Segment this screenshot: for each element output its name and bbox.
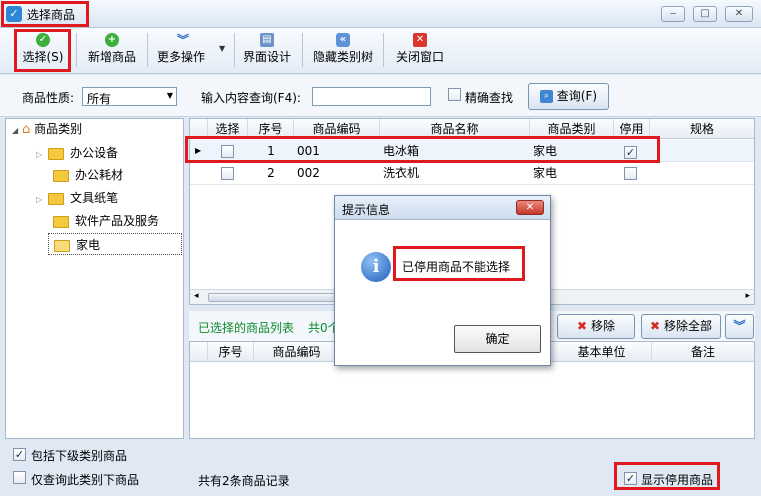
plus-icon: + — [105, 33, 119, 47]
remove-all-icon: ✖ — [650, 319, 661, 333]
message-highlight — [393, 246, 525, 281]
scroll-right-icon: ▸ — [745, 291, 750, 301]
nature-label: 商品性质: — [22, 91, 75, 105]
folder-icon — [53, 169, 69, 182]
close-label: 关闭窗口 — [395, 50, 444, 64]
select-highlight — [14, 29, 71, 72]
show-disabled-highlight — [614, 462, 720, 490]
row-no: 2 — [267, 166, 275, 180]
app-icon: ✓ — [6, 6, 22, 22]
maximize-button[interactable]: □ — [693, 6, 717, 22]
row-highlight — [185, 136, 660, 163]
toolbar-separator — [302, 33, 303, 67]
toolbar-separator — [234, 33, 235, 67]
nature-select[interactable]: 所有 ▼ — [82, 87, 177, 106]
title-bar — [0, 0, 761, 28]
hide-tree-button[interactable]: « 隐藏类别树 — [308, 30, 378, 70]
tree-item-appliances[interactable]: 家电 — [48, 233, 182, 255]
exact-search-label: 精确查找 — [465, 91, 514, 105]
hide-tree-label: 隐藏类别树 — [312, 50, 373, 64]
folder-icon — [48, 147, 65, 160]
col-unit: 基本单位 — [552, 342, 652, 362]
dropdown-arrow-icon: ▼ — [219, 44, 226, 53]
folder-icon — [53, 215, 69, 228]
row-indicator-header — [190, 342, 208, 362]
expand-icon: ▷ — [36, 150, 43, 159]
only-this-label: 仅查询此类别下商品 — [31, 473, 140, 487]
add-product-button[interactable]: + 新增商品 — [82, 30, 142, 70]
selected-list-title: 已选择的商品列表 — [198, 321, 295, 335]
tree-root[interactable]: ◢ ⌂ 商品类别 — [12, 118, 82, 140]
search-icon: ⌕ — [539, 90, 553, 103]
add-label: 新增商品 — [87, 50, 136, 64]
row-category: 家电 — [533, 166, 558, 180]
dialog-title-bar: 提示信息 ✕ — [335, 196, 550, 220]
remove-button[interactable]: ✖ 移除 — [557, 314, 635, 339]
folder-icon — [48, 192, 65, 205]
minimize-button[interactable]: ‒ — [661, 6, 685, 22]
collapse-icon: ◢ — [12, 126, 19, 135]
ui-design-button[interactable]: ▤ 界面设计 — [238, 30, 296, 70]
remove-label: 移除 — [590, 319, 615, 333]
window-title: 选择商品 — [27, 8, 76, 22]
tree-item-label: 办公耗材 — [75, 168, 124, 182]
query-button[interactable]: ⌕ 查询(F) — [528, 83, 609, 110]
remove-all-button[interactable]: ✖ 移除全部 — [641, 314, 721, 339]
col-remark: 备注 — [690, 345, 715, 359]
row-disabled-checkbox — [624, 167, 637, 183]
double-chevron-left-icon: « — [336, 33, 350, 47]
include-sub-label: 包括下级类别商品 — [31, 449, 128, 463]
tree-item-stationery[interactable]: ▷ 文具纸笔 — [36, 187, 118, 209]
more-label: 更多操作 — [157, 50, 206, 64]
include-sub-checkbox[interactable] — [13, 447, 26, 461]
info-icon: i — [361, 252, 391, 282]
query-label: 输入内容查询(F4): — [201, 91, 301, 105]
double-chevron-down-icon: ︾ — [177, 33, 190, 47]
expand-icon: ▷ — [36, 195, 43, 204]
row-name: 洗衣机 — [383, 166, 420, 180]
more-actions-button[interactable]: ︾ 更多操作 ▼ — [153, 30, 231, 70]
remove-icon: ✖ — [577, 319, 588, 333]
ok-button[interactable]: 确定 — [454, 325, 541, 353]
query-input[interactable] — [312, 87, 431, 106]
toolbar-separator — [147, 33, 148, 67]
remove-all-label: 移除全部 — [663, 319, 712, 333]
open-folder-icon — [54, 239, 70, 252]
close-window-tool-button[interactable]: ✕ 关闭窗口 — [389, 30, 451, 70]
tree-item-software[interactable]: 软件产品及服务 — [48, 210, 159, 232]
dialog-close-button[interactable]: ✕ — [516, 200, 544, 215]
expand-down-button[interactable]: ︾ — [725, 314, 754, 339]
layout-icon: ▤ — [260, 33, 274, 47]
row-select-checkbox[interactable] — [221, 167, 234, 183]
close-window-button[interactable]: ✕ — [725, 6, 753, 22]
tree-root-label: 商品类别 — [34, 122, 83, 136]
col-no: 序号 — [208, 342, 254, 362]
dialog-title: 提示信息 — [342, 203, 391, 217]
tree-item-label: 文具纸笔 — [70, 191, 119, 205]
design-label: 界面设计 — [242, 50, 291, 64]
toolbar-separator — [383, 33, 384, 67]
tree-item-label: 软件产品及服务 — [75, 214, 160, 228]
exact-search-checkbox[interactable] — [448, 88, 461, 104]
close-icon: ✕ — [413, 33, 427, 47]
toolbar-separator — [76, 33, 77, 67]
tree-item-office-equipment[interactable]: ▷ 办公设备 — [36, 142, 118, 164]
col-code: 商品编码 — [254, 342, 340, 362]
double-chevron-down-icon: ︾ — [733, 319, 746, 333]
row-code: 002 — [297, 166, 320, 180]
tree-item-office-supplies[interactable]: 办公耗材 — [48, 164, 123, 186]
nature-value: 所有 — [87, 92, 112, 106]
scroll-left-icon: ◂ — [194, 291, 199, 301]
only-this-checkbox[interactable] — [13, 471, 26, 487]
total-records: 共有2条商品记录 — [198, 474, 290, 488]
col-spec: 规格 — [689, 122, 714, 136]
tree-item-label: 办公设备 — [70, 146, 119, 160]
chevron-down-icon: ▼ — [166, 91, 173, 100]
home-icon: ⌂ — [21, 122, 31, 137]
tree-item-label: 家电 — [76, 238, 101, 252]
query-button-label: 查询(F) — [556, 89, 598, 103]
